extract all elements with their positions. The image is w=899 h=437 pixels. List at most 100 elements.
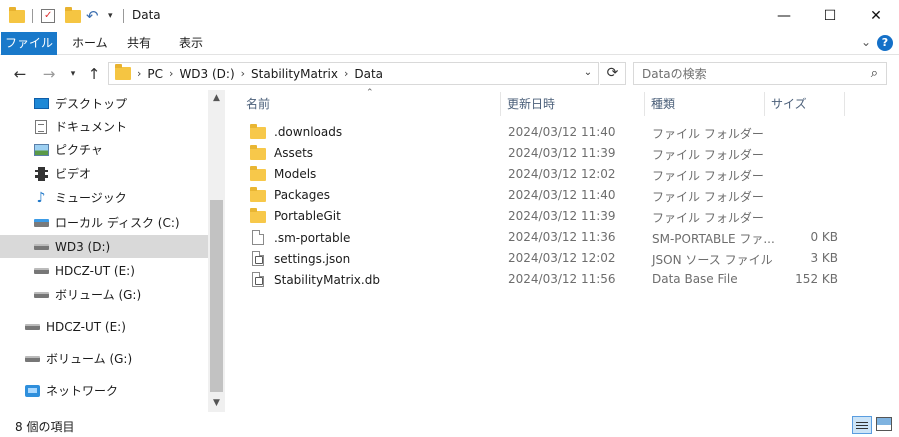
customize-toolbar-chevron-icon[interactable]: ▾ [108,7,113,25]
close-button[interactable]: ✕ [853,0,899,32]
file-name: Packages [274,188,330,202]
address-history-chevron-icon[interactable]: ⌄ [577,62,599,85]
file-row[interactable]: StabilityMatrix.db 2024/03/12 11:56 Data… [244,269,844,290]
folder-icon [9,6,25,25]
file-row[interactable]: settings.json 2024/03/12 12:02 JSON ソース … [244,248,844,269]
scroll-up-arrow-icon[interactable]: ▲ [208,90,225,107]
breadcrumb-pc[interactable]: PC [147,67,163,81]
column-header-name[interactable]: 名前 [240,92,501,116]
nav-item-desktop[interactable]: デスクトップ [0,92,208,115]
file-row[interactable]: PortableGit 2024/03/12 11:39 ファイル フォルダー [244,206,844,227]
breadcrumb-separator[interactable]: › [344,67,348,80]
status-bar: 8 個の項目 [0,412,899,437]
file-type: ファイル フォルダー [652,169,764,183]
new-folder-icon[interactable] [65,6,81,25]
back-arrow-icon[interactable]: ← [10,64,30,84]
nav-item-videos[interactable]: ビデオ [0,162,208,185]
file-row[interactable]: .sm-portable 2024/03/12 11:36 SM-PORTABL… [244,227,844,248]
nav-item-label: HDCZ-UT (E:) [55,263,135,278]
file-type: ファイル フォルダー [652,190,764,204]
maximize-button[interactable]: ☐ [807,0,853,32]
nav-item-volume-g[interactable]: ボリューム (G:) [0,283,208,306]
blank-file-icon [252,230,264,245]
file-date: 2024/03/12 11:56 [508,272,616,286]
folder-icon [250,144,266,160]
nav-item-label: デスクトップ [55,97,128,111]
nav-item-label: ドキュメント [55,120,128,134]
nav-item-wd3-d[interactable]: WD3 (D:) [0,235,208,258]
file-type: JSON ソース ファイル [652,253,773,267]
breadcrumb-separator[interactable]: › [241,67,245,80]
file-row[interactable]: Models 2024/03/12 12:02 ファイル フォルダー [244,164,844,185]
breadcrumb-data[interactable]: Data [354,67,383,81]
folder-icon [250,165,266,181]
nav-item-label: ボリューム (G:) [55,288,142,302]
breadcrumb-stabilitymatrix[interactable]: StabilityMatrix [251,67,338,81]
scroll-down-arrow-icon[interactable]: ▼ [208,395,225,412]
tab-file[interactable]: ファイル [1,32,57,55]
large-icons-view-icon[interactable] [876,417,892,431]
tab-view[interactable]: 表示 [168,32,214,55]
properties-icon[interactable]: ✓ [41,7,55,25]
nav-item-local-disk-c[interactable]: ローカル ディスク (C:) [0,211,208,234]
file-date: 2024/03/12 11:40 [508,125,616,139]
file-type: ファイル フォルダー [652,211,764,225]
toolbar-divider [32,9,33,23]
forward-arrow-icon[interactable]: → [39,64,59,84]
nav-item-label: ローカル ディスク (C:) [55,216,180,230]
expand-ribbon-chevron-icon[interactable]: ⌄ [861,35,871,49]
nav-item-hdcz-ut-e-root[interactable]: HDCZ-UT (E:) [0,315,208,338]
file-row[interactable]: .downloads 2024/03/12 11:40 ファイル フォルダー [244,122,844,143]
file-name: Assets [274,146,314,160]
search-box[interactable]: ⌕ [633,62,887,85]
nav-item-label: ピクチャ [55,143,103,157]
pictures-icon [33,143,49,157]
scrollbar-thumb[interactable] [210,200,223,392]
undo-icon[interactable]: ↶ [86,7,99,25]
recent-locations-chevron-icon[interactable]: ▾ [63,64,83,84]
file-date: 2024/03/12 12:02 [508,251,616,265]
address-bar[interactable]: › PC › WD3 (D:) › StabilityMatrix › Data [108,62,599,85]
search-input[interactable] [642,66,852,81]
file-type: Data Base File [652,272,738,286]
drive-icon [33,264,49,278]
nav-item-hdcz-ut-e[interactable]: HDCZ-UT (E:) [0,259,208,282]
tab-share[interactable]: 共有 [116,32,162,55]
minimize-button[interactable]: — [761,0,807,32]
breadcrumb-separator: › [137,67,142,80]
file-row[interactable]: Packages 2024/03/12 11:40 ファイル フォルダー [244,185,844,206]
breadcrumb-separator[interactable]: › [169,67,173,80]
nav-item-label: HDCZ-UT (E:) [46,319,126,334]
help-icon[interactable]: ? [877,35,893,51]
nav-item-documents[interactable]: ドキュメント [0,115,208,138]
ribbon-tabs: ファイル ホーム 共有 表示 ⌄ ? [0,32,899,55]
documents-icon [33,119,49,134]
nav-item-pictures[interactable]: ピクチャ [0,138,208,161]
nav-item-music[interactable]: ♪ ミュージック [0,186,208,209]
up-arrow-icon[interactable]: ↑ [84,64,104,84]
breadcrumb-wd3[interactable]: WD3 (D:) [179,67,234,81]
file-row[interactable]: Assets 2024/03/12 11:39 ファイル フォルダー [244,143,844,164]
title-bar: ✓ ↶ ▾ Data — ☐ ✕ [0,0,899,32]
tab-home[interactable]: ホーム [61,32,119,55]
file-size: 0 KB [810,230,838,244]
nav-pane-scrollbar[interactable]: ▲ ▼ [208,90,225,412]
details-view-icon[interactable] [852,416,872,434]
file-name: .downloads [274,125,343,139]
column-header-type[interactable]: 種類 [645,92,765,116]
refresh-icon[interactable]: ⟳ [600,62,626,85]
database-file-icon [252,272,264,287]
column-header-size[interactable]: サイズ [765,92,845,116]
file-type: ファイル フォルダー [652,127,764,141]
navigation-pane: デスクトップ ドキュメント ピクチャ ビデオ ♪ ミュージック ローカル ディス… [0,90,225,412]
json-file-icon [252,251,264,266]
column-header-date[interactable]: 更新日時 [501,92,645,116]
nav-item-volume-g-root[interactable]: ボリューム (G:) [0,347,208,370]
file-size: 3 KB [810,251,838,265]
title-divider [123,9,124,23]
nav-item-network[interactable]: ネットワーク [0,379,208,402]
search-icon[interactable]: ⌕ [871,66,878,81]
file-date: 2024/03/12 11:36 [508,230,616,244]
window-title: Data [132,8,161,22]
file-name: PortableGit [274,209,341,223]
